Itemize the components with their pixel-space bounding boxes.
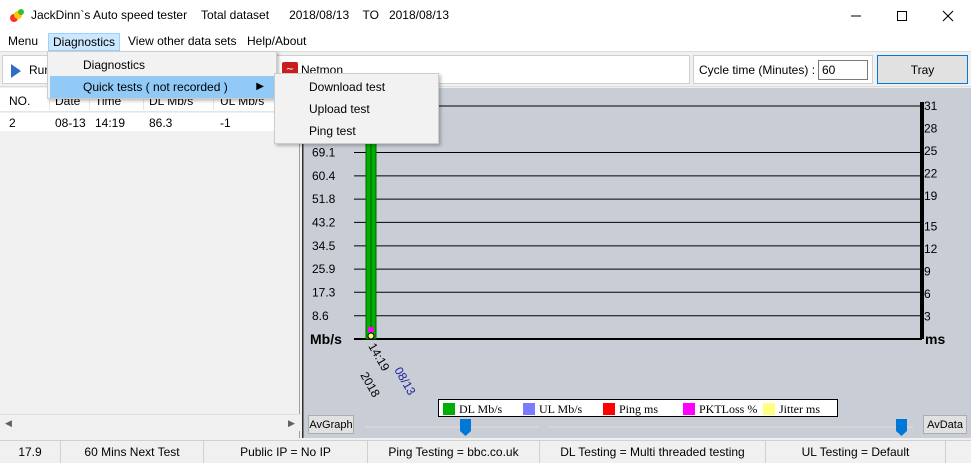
legend-swatch	[763, 403, 775, 415]
minimize-button[interactable]	[833, 0, 879, 31]
right-tick-label: 31	[924, 99, 938, 113]
legend-item-pktloss: PKTLoss %	[683, 401, 757, 417]
app-icon	[10, 9, 24, 22]
right-tick-label: 19	[924, 189, 938, 203]
horizontal-scrollbar[interactable]: ◀ ▶	[0, 414, 300, 431]
chevron-right-icon: ▶	[256, 81, 264, 92]
menu-item-download-test[interactable]: Download test	[277, 76, 436, 98]
right-tick-label: 9	[924, 264, 931, 278]
menu-item-label: Quick tests ( not recorded )	[83, 80, 228, 94]
legend-swatch	[683, 403, 695, 415]
right-tick-label: 22	[924, 167, 938, 181]
right-tick-label: 15	[924, 219, 938, 233]
scroll-slider-track[interactable]	[548, 426, 913, 428]
tray-button[interactable]: Tray	[877, 55, 968, 84]
legend-swatch	[443, 403, 455, 415]
run-button[interactable]: Run	[2, 55, 51, 84]
date-to: 2018/08/13	[388, 8, 449, 22]
left-tick-label: 8.6	[312, 309, 329, 323]
legend-label: PKTLoss %	[699, 401, 758, 416]
x-label-year: 2018	[357, 370, 383, 400]
play-icon	[11, 64, 21, 78]
zoom-slider-track[interactable]	[365, 426, 539, 428]
right-axis-unit: ms	[925, 331, 945, 347]
left-tick-label: 17.3	[312, 285, 336, 299]
status-bar: 17.9 60 Mins Next Test Public IP = No IP…	[0, 440, 971, 463]
quick-tests-submenu: Download test Upload test Ping test	[274, 73, 439, 144]
status-public-ip: Public IP = No IP	[204, 441, 368, 463]
right-tick-label: 25	[924, 144, 938, 158]
dataset-label: Total dataset	[201, 8, 270, 22]
menu-item-upload-test[interactable]: Upload test	[277, 98, 436, 120]
status-speed: 17.9	[0, 441, 61, 463]
window-title: JackDinn`s Auto speed tester	[31, 8, 188, 22]
menu-help-about[interactable]: Help/About	[243, 33, 310, 51]
left-tick-label: 51.8	[312, 192, 336, 206]
avgraph-button[interactable]: AvGraph	[308, 415, 354, 434]
close-icon	[942, 10, 954, 21]
menu-item-quick-tests[interactable]: Quick tests ( not recorded ) ▶	[50, 76, 274, 98]
chart-legend: DL Mb/s UL Mb/s Ping ms PKTLoss % Jitter…	[438, 399, 838, 417]
title-bar: JackDinn`s Auto speed tester Total datas…	[0, 0, 971, 31]
right-tick-label: 12	[924, 242, 938, 256]
right-tick-label: 28	[924, 122, 938, 136]
dataset-range: Total dataset 2018/08/13 TO 2018/08/13	[201, 8, 449, 22]
results-list: NO. Date Time DL Mb/s UL Mb/s 2 08-13 14…	[0, 88, 300, 438]
left-axis-unit: Mb/s	[310, 331, 342, 347]
cell-time: 14:19	[95, 116, 126, 130]
cycle-time-input[interactable]	[818, 60, 868, 80]
cycle-time-label: Cycle time (Minutes) :	[699, 63, 816, 77]
scroll-slider-thumb[interactable]	[896, 419, 907, 436]
zoom-slider-thumb[interactable]	[460, 419, 471, 436]
cell-date: 08-13	[55, 116, 86, 130]
table-row[interactable]: 2 08-13 14:19 86.3 -1	[0, 113, 300, 131]
status-next-test: 60 Mins Next Test	[61, 441, 204, 463]
legend-item-jitter: Jitter ms	[763, 401, 820, 417]
left-tick-label: 25.9	[312, 262, 336, 276]
status-ul-testing: UL Testing = Default	[766, 441, 946, 463]
legend-label: Ping ms	[619, 401, 659, 416]
legend-label: Jitter ms	[779, 401, 820, 416]
status-dl-testing: DL Testing = Multi threaded testing	[540, 441, 766, 463]
scroll-left-icon[interactable]: ◀	[0, 415, 17, 432]
legend-label: DL Mb/s	[459, 401, 503, 416]
cell-dl: 86.3	[149, 116, 173, 130]
legend-label: UL Mb/s	[539, 401, 583, 416]
scroll-right-icon[interactable]: ▶	[283, 415, 300, 432]
menu-bar: Menu Diagnostics View other data sets He…	[0, 31, 971, 51]
legend-swatch	[523, 403, 535, 415]
cell-ul: -1	[220, 116, 231, 130]
marker-pktloss	[368, 327, 374, 332]
cell-no: 2	[9, 116, 16, 130]
right-tick-label: 3	[924, 309, 931, 323]
legend-swatch	[603, 403, 615, 415]
left-tick-label: 69.1	[312, 145, 336, 159]
maximize-icon	[897, 10, 907, 21]
menu-view-other-data-sets[interactable]: View other data sets	[124, 33, 241, 51]
left-tick-label: 60.4	[312, 169, 336, 183]
left-tick-label: 34.5	[312, 239, 336, 253]
diagnostics-menu: Diagnostics Quick tests ( not recorded )…	[47, 51, 277, 99]
date-from: 2018/08/13	[289, 8, 350, 22]
left-tick-label: 43.2	[312, 215, 336, 229]
column-header-no[interactable]: NO.	[9, 94, 30, 108]
menu-diagnostics[interactable]: Diagnostics	[48, 33, 121, 51]
maximize-button[interactable]	[879, 0, 925, 31]
legend-item-dl: DL Mb/s	[443, 401, 502, 417]
x-label-date: 08/13	[391, 365, 418, 398]
marker-jitter	[367, 332, 375, 340]
legend-item-ping: Ping ms	[603, 401, 658, 417]
close-button[interactable]	[925, 0, 971, 31]
avdata-button[interactable]: AvData	[923, 415, 967, 434]
status-ping-testing: Ping Testing = bbc.co.uk	[368, 441, 540, 463]
legend-item-ul: UL Mb/s	[523, 401, 582, 417]
menu-item-ping-test[interactable]: Ping test	[277, 120, 436, 142]
to-label: TO	[362, 8, 379, 22]
menu-menu[interactable]: Menu	[4, 33, 42, 51]
cycle-time-group: Cycle time (Minutes) :	[693, 55, 873, 84]
menu-item-diagnostics[interactable]: Diagnostics	[50, 54, 274, 76]
right-tick-label: 6	[924, 287, 931, 301]
minimize-icon	[851, 15, 861, 16]
